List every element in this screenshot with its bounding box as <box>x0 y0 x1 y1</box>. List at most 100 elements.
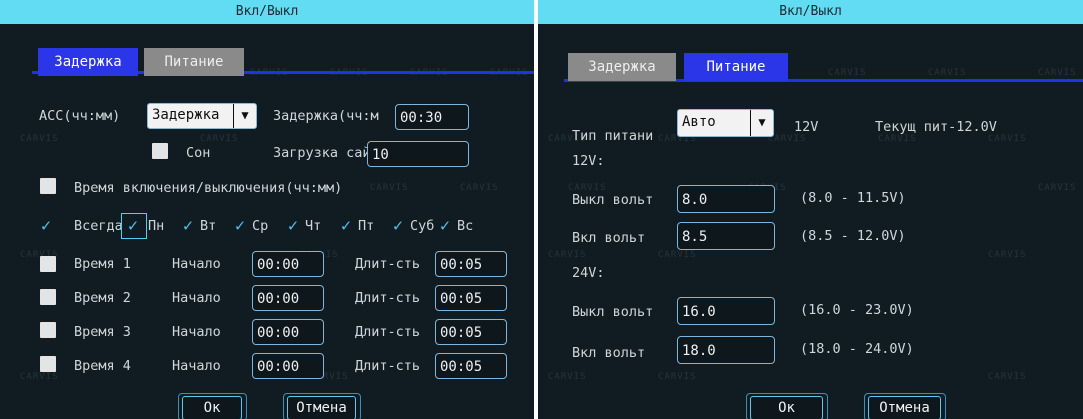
upload-label: Загрузка сайт <box>273 145 379 161</box>
watermark: CARVIS <box>988 250 1027 260</box>
day-label-wed: Ср <box>252 218 269 234</box>
check-icon[interactable]: ✓ <box>38 218 54 235</box>
sleep-label: Сон <box>186 145 211 161</box>
check-icon[interactable]: ✓ <box>285 218 301 235</box>
off-voltage-24-field[interactable]: 16.0 <box>677 297 775 325</box>
power-voltage-label: 12V <box>794 119 819 135</box>
ok-button[interactable]: Ок <box>750 396 823 419</box>
tab-delay[interactable]: Задержка <box>38 48 138 76</box>
day-label-sat: Суб <box>410 218 435 234</box>
time-2-duration-field[interactable]: 00:05 <box>435 285 507 311</box>
onoff-time-label: Время включения/выключения(чч:мм) <box>74 180 343 196</box>
time-4-start-label: Начало <box>172 358 221 374</box>
on-voltage-12-label: Вкл вольт <box>572 230 646 246</box>
dropdown-arrow-icon: ▼ <box>750 110 773 136</box>
watermark: CARVIS <box>200 134 239 144</box>
watermark: CARVIS <box>988 134 1027 144</box>
off-voltage-12-field[interactable]: 8.0 <box>677 185 775 213</box>
tab-power[interactable]: Питание <box>684 53 788 81</box>
watermark: CARVIS <box>20 134 59 144</box>
check-icon[interactable]: ✓ <box>390 218 406 235</box>
watermark: CARVIS <box>548 250 587 260</box>
section-12v-label: 12V: <box>572 153 605 169</box>
delay-time-label: Задержка(чч:м <box>273 108 379 124</box>
check-icon[interactable]: ✓ <box>180 218 196 235</box>
time-1-label: Время 1 <box>74 256 131 272</box>
acc-mode-value: Задержка <box>152 107 220 123</box>
tab-power[interactable]: Питание <box>144 48 244 76</box>
sleep-checkbox[interactable] <box>152 143 168 159</box>
power-type-label: Тип питани <box>572 128 654 144</box>
time-4-checkbox[interactable] <box>40 356 56 372</box>
time-1-start-label: Начало <box>172 256 221 272</box>
cancel-button[interactable]: Отмена <box>287 396 356 419</box>
onoff-time-checkbox[interactable] <box>40 178 56 194</box>
watermark: CARVIS <box>460 183 499 193</box>
delay-time-field[interactable]: 00:30 <box>395 104 469 130</box>
watermark: CARVIS <box>928 68 967 78</box>
on-voltage-12-range: (8.5 - 12.0V) <box>800 228 906 244</box>
off-voltage-24-label: Выкл вольт <box>572 304 654 320</box>
check-icon[interactable]: ✓ <box>125 218 141 235</box>
watermark: CARVIS <box>20 372 59 382</box>
time-2-checkbox[interactable] <box>40 289 56 305</box>
time-4-label: Время 4 <box>74 358 131 374</box>
window-title: Вкл/Выкл <box>0 0 534 24</box>
acc-label: ACC(чч:мм) <box>39 108 121 124</box>
time-4-duration-field[interactable]: 00:05 <box>435 353 507 379</box>
watermark: CARVIS <box>370 183 409 193</box>
time-1-duration-field[interactable]: 00:05 <box>435 251 507 277</box>
day-label-always: Всегда <box>74 218 123 234</box>
time-2-start-label: Начало <box>172 290 221 306</box>
time-4-start-field[interactable]: 00:00 <box>252 353 324 379</box>
time-1-duration-label: Длит-сть <box>355 256 421 272</box>
time-3-start-label: Начало <box>172 324 221 340</box>
check-icon[interactable]: ✓ <box>437 218 453 235</box>
off-voltage-12-range: (8.0 - 11.5V) <box>800 190 906 206</box>
check-icon[interactable]: ✓ <box>338 218 354 235</box>
dropdown-arrow-icon: ▼ <box>233 104 256 128</box>
watermark: CARVIS <box>1038 68 1077 78</box>
day-label-tue: Вт <box>200 218 217 234</box>
upload-field[interactable]: 10 <box>367 141 469 167</box>
time-3-start-field[interactable]: 00:00 <box>252 319 324 345</box>
watermark: CARVIS <box>768 134 807 144</box>
acc-mode-select[interactable]: Задержка ▼ <box>147 103 257 129</box>
current-power-label: Текущ пит-12.0V <box>875 119 997 135</box>
day-label-fri: Пт <box>358 218 375 234</box>
on-voltage-24-label: Вкл вольт <box>572 345 646 361</box>
power-type-select[interactable]: Авто ▼ <box>677 109 774 137</box>
power-settings-panel: Вкл/Выкл CARVIS CARVIS CARVIS CARVIS CAR… <box>538 0 1083 419</box>
time-2-start-field[interactable]: 00:00 <box>252 285 324 311</box>
watermark: CARVIS <box>658 372 697 382</box>
time-1-start-field[interactable]: 00:00 <box>252 251 324 277</box>
time-1-checkbox[interactable] <box>40 256 56 272</box>
on-voltage-12-field[interactable]: 8.5 <box>677 222 775 250</box>
time-3-duration-field[interactable]: 00:05 <box>435 319 507 345</box>
time-2-label: Время 2 <box>74 290 131 306</box>
section-24v-label: 24V: <box>572 265 605 281</box>
cancel-button[interactable]: Отмена <box>868 396 941 419</box>
time-2-duration-label: Длит-сть <box>355 290 421 306</box>
day-label-mon: Пн <box>148 218 165 234</box>
off-voltage-24-range: (16.0 - 23.0V) <box>800 302 914 318</box>
watermark: CARVIS <box>988 372 1027 382</box>
day-label-thu: Чт <box>305 218 322 234</box>
watermark: CARVIS <box>878 134 917 144</box>
watermark: CARVIS <box>658 250 697 260</box>
on-voltage-24-range: (18.0 - 24.0V) <box>800 341 914 357</box>
off-voltage-12-label: Выкл вольт <box>572 192 654 208</box>
tab-delay[interactable]: Задержка <box>568 53 676 81</box>
time-4-duration-label: Длит-сть <box>355 358 421 374</box>
time-3-label: Время 3 <box>74 324 131 340</box>
watermark: CARVIS <box>828 68 867 78</box>
ok-button[interactable]: Ок <box>182 396 242 419</box>
on-voltage-24-field[interactable]: 18.0 <box>677 336 775 364</box>
day-label-sun: Вс <box>457 218 474 234</box>
time-3-checkbox[interactable] <box>40 322 56 338</box>
check-icon[interactable]: ✓ <box>232 218 248 235</box>
power-type-value: Авто <box>682 114 716 130</box>
time-3-duration-label: Длит-сть <box>355 324 421 340</box>
watermark: CARVIS <box>548 372 587 382</box>
watermark: CARVIS <box>1038 183 1077 193</box>
